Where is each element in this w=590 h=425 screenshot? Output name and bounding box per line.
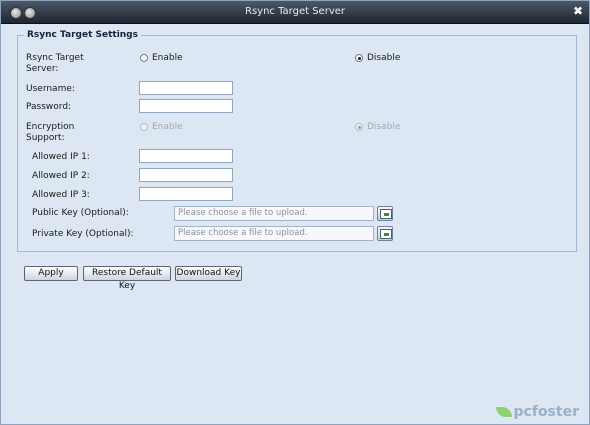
private-key-browse-button[interactable] bbox=[377, 226, 393, 241]
server-enable-label: Enable bbox=[152, 53, 183, 63]
radio-unchecked-icon bbox=[140, 54, 148, 62]
public-key-file-input[interactable]: Please choose a file to upload. bbox=[174, 206, 374, 221]
allowed-ip-1-label: Allowed IP 1: bbox=[32, 152, 90, 162]
server-enable-radio[interactable]: Enable bbox=[140, 53, 183, 63]
apply-button[interactable]: Apply bbox=[24, 266, 78, 281]
radio-checked-icon bbox=[355, 54, 363, 62]
encryption-label: Encryption Support: bbox=[26, 122, 75, 143]
radio-checked-icon bbox=[355, 123, 363, 131]
allowed-ip-1-input[interactable] bbox=[139, 149, 233, 163]
encryption-disable-radio: Disable bbox=[355, 122, 400, 132]
allowed-ip-3-input[interactable] bbox=[139, 187, 233, 201]
dialog-window: Rsync Target Server ✖ Rsync Target Setti… bbox=[0, 0, 590, 425]
encryption-disable-label: Disable bbox=[367, 122, 401, 132]
rsync-server-label: Rsync Target Server: bbox=[26, 53, 84, 74]
allowed-ip-3-label: Allowed IP 3: bbox=[32, 190, 90, 200]
close-icon[interactable]: ✖ bbox=[573, 4, 583, 18]
folder-icon bbox=[380, 209, 392, 219]
encryption-enable-label: Enable bbox=[152, 122, 183, 132]
password-input[interactable] bbox=[139, 99, 233, 113]
allowed-ip-2-label: Allowed IP 2: bbox=[32, 171, 90, 181]
public-key-browse-button[interactable] bbox=[377, 206, 393, 221]
radio-unchecked-icon bbox=[140, 123, 148, 131]
server-disable-radio[interactable]: Disable bbox=[355, 53, 400, 63]
private-key-file-input[interactable]: Please choose a file to upload. bbox=[174, 226, 374, 241]
window-title: Rsync Target Server bbox=[245, 6, 345, 17]
restore-default-key-button[interactable]: Restore Default Key bbox=[83, 266, 171, 291]
encryption-enable-radio: Enable bbox=[140, 122, 183, 132]
folder-icon bbox=[380, 229, 392, 239]
section-title: Rsync Target Settings bbox=[27, 30, 138, 40]
username-label: Username: bbox=[26, 84, 75, 94]
allowed-ip-2-input[interactable] bbox=[139, 168, 233, 182]
username-input[interactable] bbox=[139, 81, 233, 95]
watermark-logo: pcfoster bbox=[495, 404, 579, 420]
public-key-label: Public Key (Optional): bbox=[32, 208, 129, 218]
private-key-label: Private Key (Optional): bbox=[32, 229, 134, 239]
title-bar[interactable]: Rsync Target Server ✖ bbox=[1, 1, 589, 24]
watermark-text: pcfoster bbox=[513, 404, 579, 420]
download-key-button[interactable]: Download Key bbox=[175, 266, 242, 281]
password-label: Password: bbox=[26, 102, 72, 112]
leaf-icon bbox=[495, 407, 512, 417]
server-disable-label: Disable bbox=[367, 53, 401, 63]
